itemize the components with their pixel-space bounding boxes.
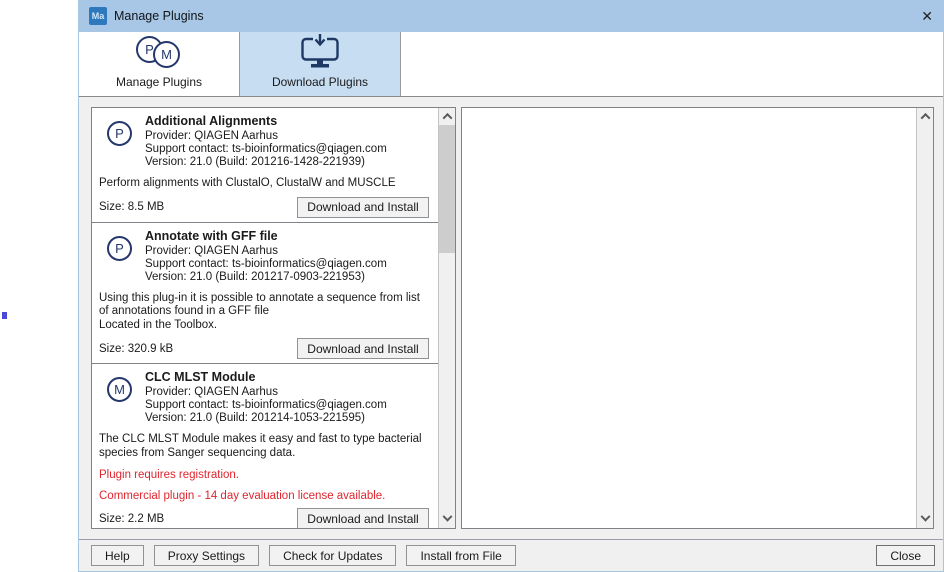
screen: Ma Manage Plugins ✕ P M Manage Plugins: [0, 0, 944, 572]
plugin-size: Size: 320.9 kB: [99, 343, 173, 355]
scroll-up-icon[interactable]: [917, 108, 933, 125]
plugin-provider: Provider: QIAGEN Aarhus: [145, 245, 387, 258]
plugin-support-contact: Support contact: ts-bioinformatics@qiage…: [145, 258, 387, 271]
plugin-name: Annotate with GFF file: [145, 229, 387, 243]
details-panel: [461, 107, 934, 529]
install-from-file-button[interactable]: Install from File: [406, 545, 515, 566]
tab-manage-plugins[interactable]: P M Manage Plugins: [79, 32, 240, 96]
title-bar: Ma Manage Plugins ✕: [79, 0, 943, 32]
plugin-version: Version: 21.0 (Build: 201214-1053-221595…: [145, 412, 387, 425]
plugin-version: Version: 21.0 (Build: 201216-1428-221939…: [145, 156, 387, 169]
plugin-provider: Provider: QIAGEN Aarhus: [145, 130, 387, 143]
monitor-download-icon: [299, 32, 341, 71]
scroll-up-icon[interactable]: [439, 108, 455, 125]
available-plugins-panel: P Additional Alignments Provider: QIAGEN…: [91, 107, 456, 529]
plugin-support-contact: Support contact: ts-bioinformatics@qiage…: [145, 399, 387, 412]
plugin-description: The CLC MLST Module makes it easy and fa…: [92, 433, 438, 460]
proxy-settings-button[interactable]: Proxy Settings: [154, 545, 259, 566]
close-window-icon[interactable]: ✕: [905, 8, 933, 25]
tab-bar: P M Manage Plugins Download Plugi: [79, 32, 943, 97]
plugin-name: CLC MLST Module: [145, 370, 387, 384]
download-and-install-button[interactable]: Download and Install: [297, 508, 429, 528]
plugin-list: P Additional Alignments Provider: QIAGEN…: [92, 108, 438, 528]
window-title: Manage Plugins: [114, 9, 204, 23]
details-scrollbar[interactable]: [916, 108, 933, 528]
plugin-version: Version: 21.0 (Build: 201217-0903-221953…: [145, 271, 387, 284]
download-and-install-button[interactable]: Download and Install: [297, 338, 429, 359]
plugin-description: Using this plug-in it is possible to ann…: [92, 292, 438, 333]
plugin-header: M CLC MLST Module Provider: QIAGEN Aarhu…: [92, 370, 438, 425]
check-for-updates-button[interactable]: Check for Updates: [269, 545, 396, 566]
plugin-header: P Additional Alignments Provider: QIAGEN…: [92, 114, 438, 169]
scroll-down-icon[interactable]: [917, 511, 933, 528]
scroll-down-icon[interactable]: [439, 511, 455, 528]
tab-download-plugins[interactable]: Download Plugins: [240, 32, 401, 96]
tab-label: Manage Plugins: [116, 75, 202, 89]
plugin-entry: P Additional Alignments Provider: QIAGEN…: [92, 108, 438, 223]
plugin-badge-icon: P: [107, 121, 132, 146]
circle-m-icon: M: [153, 41, 180, 68]
plugin-provider: Provider: QIAGEN Aarhus: [145, 386, 387, 399]
footer-bar: Help Proxy Settings Check for Updates In…: [79, 539, 943, 571]
plugin-badge-icon: P: [107, 236, 132, 261]
scrollbar-thumb[interactable]: [439, 125, 455, 253]
help-button[interactable]: Help: [91, 545, 144, 566]
plugin-description: Perform alignments with ClustalO, Clusta…: [92, 177, 438, 191]
manage-plugins-dialog: Ma Manage Plugins ✕ P M Manage Plugins: [78, 0, 944, 572]
plugin-badge-icon: M: [107, 377, 132, 402]
app-icon: Ma: [89, 7, 107, 25]
plugin-header: P Annotate with GFF file Provider: QIAGE…: [92, 229, 438, 284]
plugin-entry: P Annotate with GFF file Provider: QIAGE…: [92, 223, 438, 365]
plugin-notes: Plugin requires registration.Commercial …: [92, 469, 438, 502]
main-area: P Additional Alignments Provider: QIAGEN…: [79, 97, 943, 539]
plugin-list-scrollbar[interactable]: [438, 108, 455, 528]
download-and-install-button[interactable]: Download and Install: [297, 197, 429, 218]
plugin-support-contact: Support contact: ts-bioinformatics@qiage…: [145, 143, 387, 156]
tab-label: Download Plugins: [272, 75, 368, 89]
plugin-size: Size: 8.5 MB: [99, 201, 164, 213]
stray-mark: [2, 312, 7, 319]
plugin-entry: M CLC MLST Module Provider: QIAGEN Aarhu…: [92, 364, 438, 528]
plugins-pm-circles-icon: P M: [136, 32, 182, 71]
plugin-size: Size: 2.2 MB: [99, 513, 164, 525]
close-button[interactable]: Close: [876, 545, 935, 566]
plugin-name: Additional Alignments: [145, 114, 387, 128]
